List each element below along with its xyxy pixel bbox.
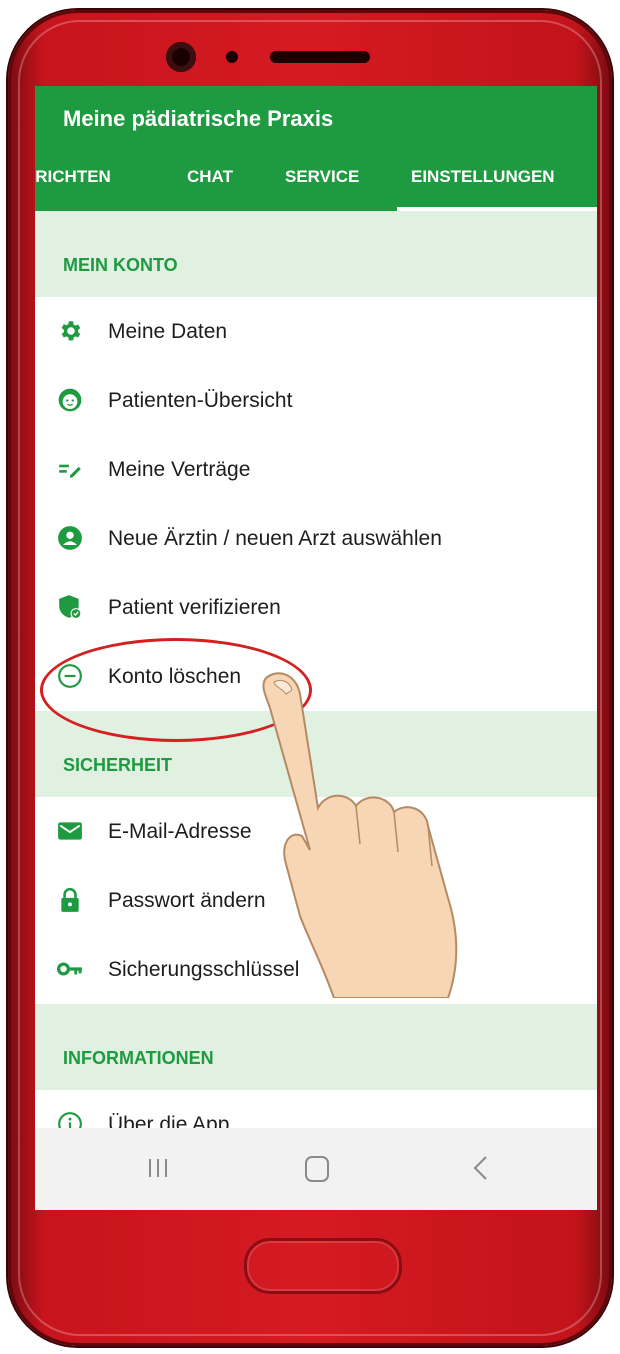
system-navigation-bar [35,1128,597,1210]
section-label: MEIN KONTO [63,255,178,275]
menu-item-meine-daten[interactable]: Meine Daten [35,297,597,366]
front-camera [166,42,196,72]
lock-icon [61,887,79,912]
menu-item-label: Meine Daten [108,320,228,343]
tab-service[interactable]: SERVICE [285,167,359,187]
hardware-home-button [244,1238,402,1294]
section-label: SICHERHEIT [63,755,173,775]
back-icon[interactable] [471,1154,489,1182]
section-header-mein-konto: MEIN KONTO [35,211,597,297]
menu-item-patienten-uebersicht[interactable]: Patienten-Übersicht [35,366,597,435]
menu-item-neue-aerztin[interactable]: Neue Ärztin / neuen Arzt auswählen [35,504,597,573]
tab-nachrichten[interactable]: HRICHTEN [35,167,111,187]
recent-apps-icon[interactable] [147,1156,169,1180]
tab-chat[interactable]: CHAT [187,167,233,187]
menu-item-label: Meine Verträge [108,458,251,481]
key-icon [57,962,82,976]
shield-check-icon [59,595,82,619]
menu-item-meine-vertraege[interactable]: Meine Verträge [35,435,597,504]
earpiece-speaker [270,51,370,63]
gear-icon [61,321,81,341]
section-label: INFORMATIONEN [63,1048,214,1068]
tab-bar: HRICHTEN CHAT SERVICE EINSTELLUNGEN [35,149,597,211]
menu-item-label: Patienten-Übersicht [108,389,293,412]
menu-item-label: E-Mail-Adresse [108,820,252,843]
menu-item-label: Patient verifizieren [108,596,281,619]
tab-einstellungen[interactable]: EINSTELLUNGEN [411,167,555,187]
child-face-icon [58,388,82,412]
menu-item-patient-verifizieren[interactable]: Patient verifizieren [35,573,597,642]
menu-item-label: Neue Ärztin / neuen Arzt auswählen [108,527,442,550]
envelope-icon [58,822,82,840]
section-header-informationen: INFORMATIONEN [35,1004,597,1090]
edit-list-icon [59,464,81,478]
menu-item-label: Passwort ändern [108,889,266,912]
home-icon[interactable] [305,1156,329,1182]
app-bar: Meine pädiatrische Praxis HRICHTEN CHAT … [35,86,597,211]
phone-top-bezel [8,32,612,82]
app-title: Meine pädiatrische Praxis [63,106,334,131]
sensor [226,51,238,63]
pointing-hand-icon [262,672,458,998]
account-circle-icon [58,526,82,550]
